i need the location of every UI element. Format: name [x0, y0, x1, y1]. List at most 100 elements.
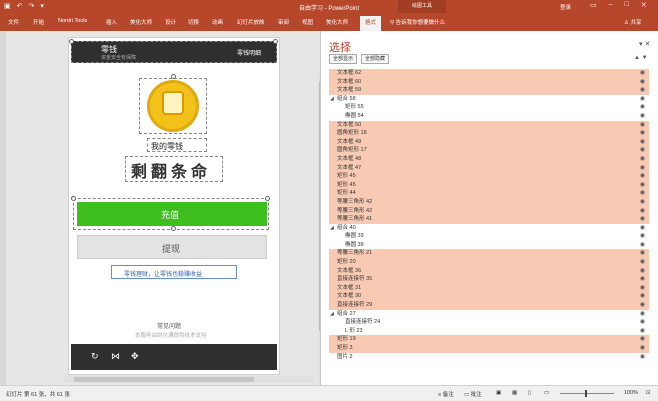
comments-button[interactable]: ▭ 批注 — [464, 390, 482, 398]
selection-item[interactable]: 矩形 19 ◉ — [329, 335, 649, 344]
selection-item[interactable]: 文本框 60 ◉ — [329, 77, 649, 87]
tab-beautify-1[interactable]: 美化大师 — [130, 18, 152, 26]
selection-item[interactable]: 圆角矩形 17 ◉ — [329, 146, 649, 155]
visibility-eye-icon[interactable]: ◉ — [640, 112, 645, 121]
share-button[interactable]: ♙ 共享 — [624, 18, 641, 26]
tab-slideshow[interactable]: 幻灯片放映 — [237, 18, 265, 26]
faq-link[interactable]: 常见问题 — [157, 321, 181, 330]
refresh-icon[interactable]: ↻ — [91, 351, 99, 362]
reorder-arrows[interactable]: ▲ ▼ — [634, 55, 648, 61]
selection-item[interactable]: 圆角矩形 18 ◉ — [329, 129, 649, 138]
tab-home[interactable]: 开始 — [33, 18, 44, 26]
tab-beautify-2[interactable]: 美化大师 — [326, 18, 348, 26]
horizontal-scroll-thumb[interactable] — [74, 377, 254, 382]
selection-item[interactable]: 矩形 44 ◉ — [329, 189, 649, 198]
selection-item[interactable]: 文本框 50 ◉ — [329, 120, 649, 130]
selection-item[interactable]: 椭圆 54 ◉ — [329, 112, 649, 121]
visibility-eye-icon[interactable]: ◉ — [640, 292, 645, 301]
selection-item[interactable]: 直接连接符 35 ◉ — [329, 275, 649, 284]
tab-view[interactable]: 视图 — [302, 18, 313, 26]
pane-close-icon[interactable]: ▾ ✕ — [639, 40, 650, 48]
selection-item[interactable]: 直接连接符 24 ◉ — [329, 318, 649, 327]
hide-all-button[interactable]: 全部隐藏 — [361, 54, 390, 64]
visibility-eye-icon[interactable]: ◉ — [640, 121, 645, 130]
zoom-slider-thumb[interactable] — [585, 390, 587, 397]
selection-handle[interactable] — [171, 226, 176, 231]
visibility-eye-icon[interactable]: ◉ — [640, 215, 645, 224]
visibility-eye-icon[interactable]: ◉ — [640, 267, 645, 276]
balance-selection[interactable] — [125, 156, 223, 182]
visibility-eye-icon[interactable]: ◉ — [640, 241, 645, 250]
selection-item[interactable]: 矩形 20 ◉ — [329, 258, 649, 267]
withdraw-button[interactable]: 提现 — [77, 235, 267, 259]
selection-item[interactable]: 等腰三角形 42 ◉ — [329, 206, 649, 216]
selection-item[interactable]: 直接连接符 29 ◉ — [329, 301, 649, 310]
selection-item[interactable]: 矩形 45 ◉ — [329, 172, 649, 181]
visibility-eye-icon[interactable]: ◉ — [640, 146, 645, 155]
zoom-level[interactable]: 100% — [624, 390, 638, 396]
selection-item[interactable]: 等腰三角形 42 ◉ — [329, 197, 649, 207]
selection-item[interactable]: 矩形 55 ◉ — [329, 103, 649, 112]
visibility-eye-icon[interactable]: ◉ — [640, 335, 645, 344]
sorter-view-icon[interactable]: ▦ — [512, 390, 517, 396]
visibility-eye-icon[interactable]: ◉ — [640, 284, 645, 293]
minimize-icon[interactable]: – — [609, 1, 613, 9]
selection-item[interactable]: 文本框 36 ◉ — [329, 266, 649, 276]
maximize-icon[interactable]: □ — [625, 1, 629, 9]
visibility-eye-icon[interactable]: ◉ — [640, 275, 645, 284]
horizontal-scrollbar[interactable] — [64, 376, 314, 383]
tab-insert[interactable]: 插入 — [106, 18, 117, 26]
coin-label-selection[interactable] — [147, 138, 207, 152]
selection-item[interactable]: 文本框 30 ◉ — [329, 292, 649, 302]
ribbon-display-icon[interactable]: ▭ — [590, 1, 597, 9]
visibility-eye-icon[interactable]: ◉ — [640, 318, 645, 327]
selection-item[interactable]: 文本框 59 ◉ — [329, 86, 649, 95]
signin-link[interactable]: 登录 — [560, 3, 571, 11]
reading-view-icon[interactable]: ▯ — [528, 390, 531, 396]
selection-item[interactable]: ◢ 组合 40 ◉ — [329, 224, 649, 233]
selection-item[interactable]: 文本框 62 ◉ — [329, 69, 649, 78]
visibility-eye-icon[interactable]: ◉ — [640, 189, 645, 198]
visibility-eye-icon[interactable]: ◉ — [640, 164, 645, 173]
visibility-eye-icon[interactable]: ◉ — [640, 301, 645, 310]
notes-button[interactable]: ≡ 备注 — [438, 390, 454, 398]
selection-item[interactable]: 文本框 48 ◉ — [329, 154, 649, 164]
visibility-eye-icon[interactable]: ◉ — [640, 95, 645, 104]
promo-box[interactable]: 零钱理财，让零钱也稳赚收益 — [111, 265, 237, 279]
visibility-eye-icon[interactable]: ◉ — [640, 344, 645, 353]
visibility-eye-icon[interactable]: ◉ — [640, 78, 645, 87]
selection-item[interactable]: 椭圆 39 ◉ — [329, 232, 649, 241]
tab-design[interactable]: 设计 — [165, 18, 176, 26]
selection-item[interactable]: 矩形 45 ◉ — [329, 180, 649, 190]
selection-item[interactable]: L 形 23 ◉ — [329, 327, 649, 336]
expand-group-icon[interactable]: ◢ — [330, 310, 334, 319]
selection-item[interactable]: 矩形 3 ◉ — [329, 344, 649, 353]
selection-handle[interactable] — [265, 196, 270, 201]
selection-box[interactable] — [71, 41, 277, 63]
selection-item[interactable]: 等腰三角形 41 ◉ — [329, 215, 649, 224]
normal-view-icon[interactable]: ▣ — [496, 390, 501, 396]
visibility-eye-icon[interactable]: ◉ — [640, 172, 645, 181]
tab-format[interactable]: 格式 — [360, 16, 382, 31]
visibility-eye-icon[interactable]: ◉ — [640, 129, 645, 138]
selection-item[interactable]: 文本框 49 ◉ — [329, 137, 649, 147]
coin-icon[interactable] — [147, 80, 199, 132]
selection-handle[interactable] — [69, 39, 74, 44]
visibility-eye-icon[interactable]: ◉ — [640, 69, 645, 78]
visibility-eye-icon[interactable]: ◉ — [640, 103, 645, 112]
selection-item[interactable]: 图片 2 ◉ — [329, 353, 649, 362]
visibility-eye-icon[interactable]: ◉ — [640, 86, 645, 95]
visibility-eye-icon[interactable]: ◉ — [640, 327, 645, 336]
slideshow-view-icon[interactable]: ▭ — [544, 390, 549, 396]
visibility-eye-icon[interactable]: ◉ — [640, 224, 645, 233]
tab-review[interactable]: 审阅 — [278, 18, 289, 26]
visibility-eye-icon[interactable]: ◉ — [640, 181, 645, 190]
selection-handle[interactable] — [171, 74, 176, 79]
selection-item[interactable]: ◢ 组合 27 ◉ — [329, 310, 649, 319]
selection-item[interactable]: 椭圆 38 ◉ — [329, 241, 649, 250]
tab-nordri-tools[interactable]: Nordri Tools — [58, 18, 87, 24]
show-all-button[interactable]: 全部显示 — [329, 54, 358, 64]
visibility-eye-icon[interactable]: ◉ — [640, 353, 645, 362]
selection-item[interactable]: 文本框 47 ◉ — [329, 163, 649, 173]
visibility-eye-icon[interactable]: ◉ — [640, 258, 645, 267]
